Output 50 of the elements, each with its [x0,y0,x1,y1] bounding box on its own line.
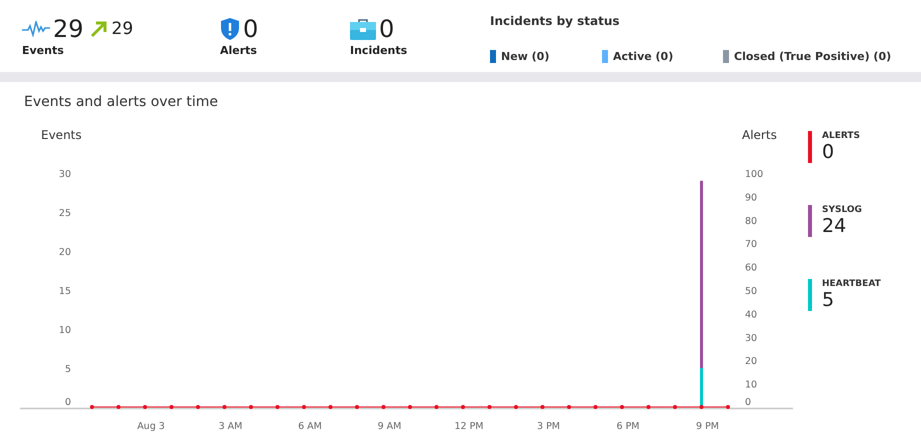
tick-label: 5 [64,364,71,375]
tick-label: 0 [64,397,71,408]
count-label: Alerts [220,44,258,57]
trend-value: 29 [112,19,134,39]
tick-label: 15 [58,286,71,297]
tick-label: 90 [745,192,758,204]
tick-label: 0 [745,397,752,408]
tick-label: 20 [58,247,71,258]
section-title: Incidents by status [490,14,621,28]
count-label: Incidents [350,44,408,57]
tick-label: 25 [58,208,71,219]
tick-label: 60 [745,262,758,274]
tick-label: 3 PM [537,421,560,432]
legend-value: 24 [822,215,848,237]
tick-label: 6 AM [298,421,322,432]
legend-label: ALERTS [822,131,860,141]
tick-label: 12 PM [454,421,484,432]
legend-label: HEARTBEAT [822,279,881,289]
tick-label: 50 [745,286,758,297]
pulse-icon [22,21,50,37]
tick-label: 100 [745,169,764,180]
tick-label: 9 AM [378,421,402,432]
tick-label: 9 PM [696,421,719,432]
tick-label: 40 [745,309,758,320]
legend-value: 0 [822,141,836,163]
axis-title: Alerts [742,128,777,142]
tick-label: 6 PM [616,421,640,432]
arrow-up-right-icon [88,19,109,39]
tick-label: 70 [745,239,758,250]
shield-icon [220,17,240,41]
count-value: 0 [243,14,258,44]
tick-label: 30 [58,169,71,180]
status-label: Closed (True Positive) (0) [734,50,892,63]
chart-title: Events and alerts over time [23,93,220,112]
legend-value: 5 [822,289,836,311]
axis-title: Events [41,128,82,142]
briefcase-icon [350,18,376,40]
tick-label: 10 [745,380,758,391]
status-label: New (0) [501,50,550,63]
tick-label: 10 [58,325,71,336]
tick-label: 20 [745,356,758,368]
tick-label: 3 AM [218,421,242,432]
count-value: 0 [379,14,394,44]
count-label: Events [22,44,65,57]
tick-label: 30 [745,332,758,344]
count-value: 29 [53,14,84,44]
legend-label: SYSLOG [822,205,862,215]
tick-label: 80 [745,216,758,227]
status-label: Active (0) [613,50,674,63]
tick-label: Aug 3 [137,421,165,432]
